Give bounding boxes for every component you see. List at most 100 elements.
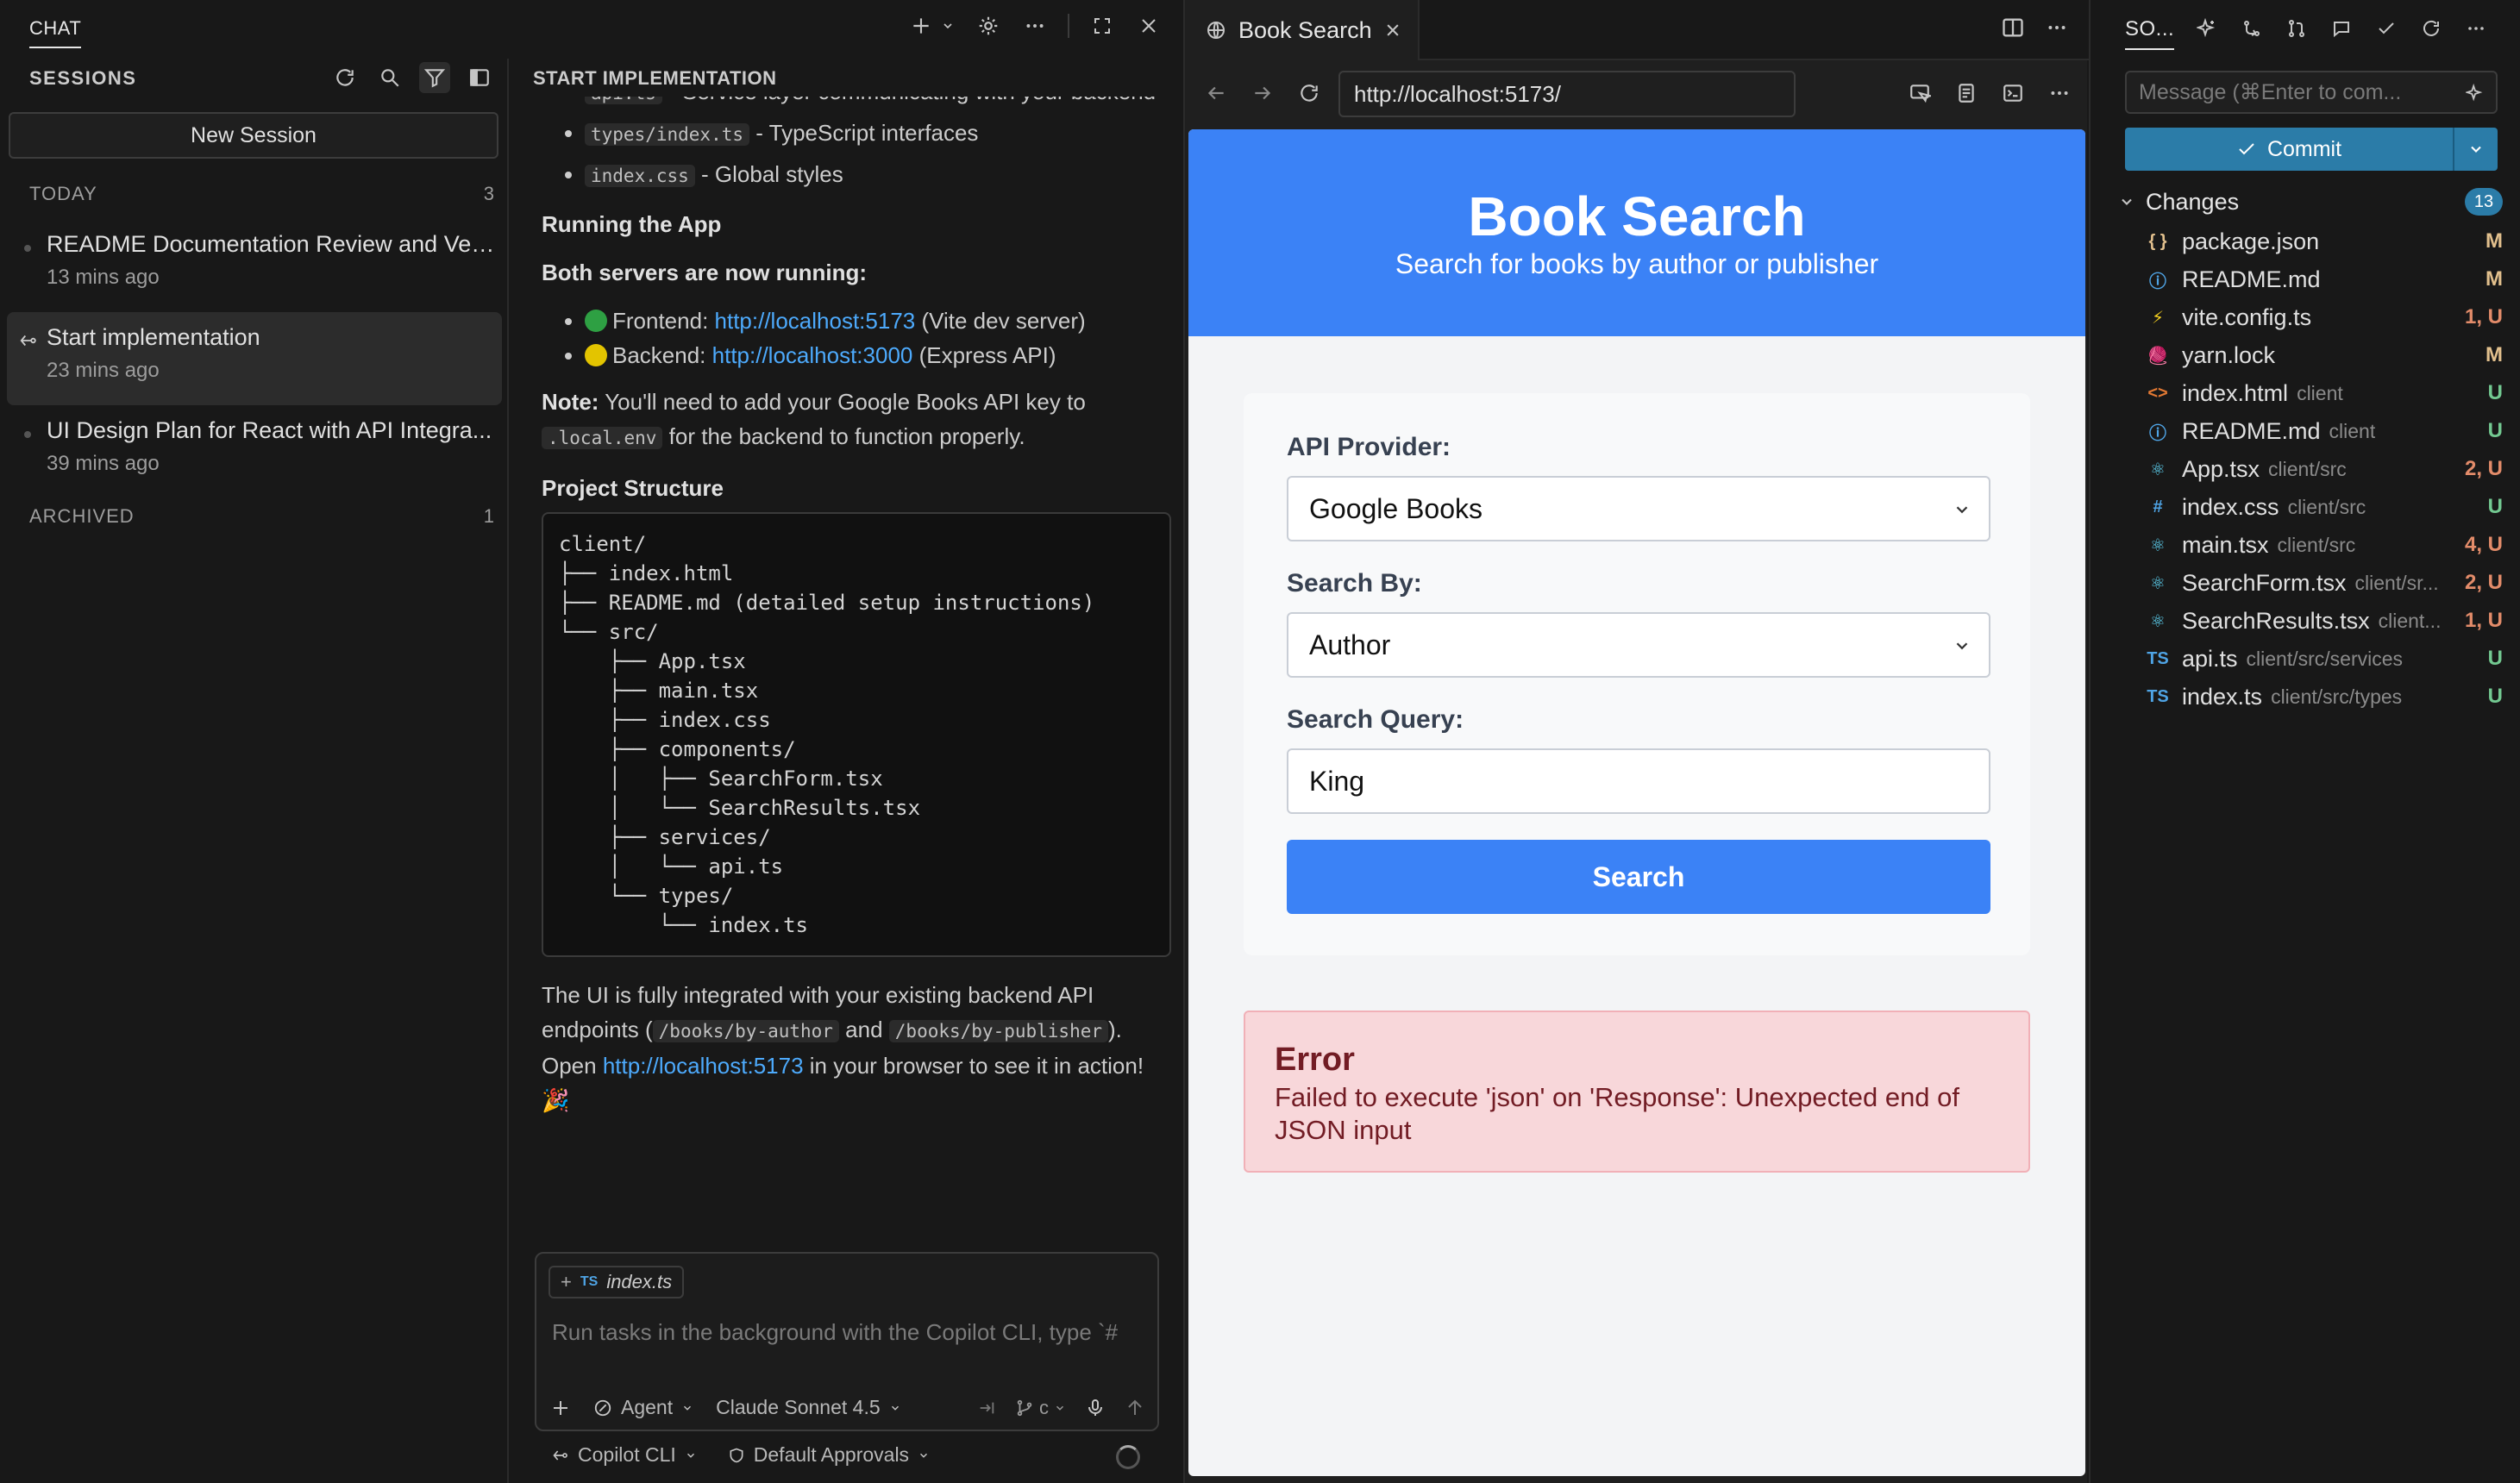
more-icon[interactable] [2046,16,2068,40]
close-icon[interactable] [1135,12,1163,40]
changed-file-item[interactable]: ⓘ README.md client U [2146,412,2503,450]
gear-icon[interactable] [975,12,1002,40]
changed-file-item[interactable]: ⚛ SearchResults.tsx client... 1, U [2146,602,2503,640]
commit-button[interactable]: Commit [2125,128,2454,171]
reload-icon[interactable] [1295,79,1323,107]
changed-file-item[interactable]: 🧶 yarn.lock M [2146,336,2503,374]
file-status-badge: U [2487,647,2503,670]
list-item: types/index.ts - TypeScript interfaces [585,116,1171,152]
server-label: Frontend: [612,308,715,334]
file-path: client [2329,419,2376,442]
new-chat-plus-icon[interactable] [907,12,935,40]
frontend-link[interactable]: http://localhost:5173 [715,308,916,334]
changed-file-item[interactable]: <> index.html client U [2146,374,2503,412]
checkmark-icon[interactable] [2373,16,2399,41]
api-provider-select[interactable]: Google Books [1287,476,1990,541]
changed-file-item[interactable]: ⚛ App.tsx client/src 2, U [2146,450,2503,488]
filter-icon[interactable] [419,62,450,93]
chevron-down-icon [1953,636,1971,655]
file-name: SearchForm.tsx [2182,569,2347,596]
refresh-icon[interactable] [329,62,360,93]
microphone-icon[interactable] [1085,1398,1106,1418]
changes-section-header[interactable]: Changes 13 [2118,185,2503,219]
sparkle-icon[interactable] [2194,16,2220,41]
sparkle-icon[interactable] [2465,83,2486,103]
context-chip[interactable]: + TS index.ts [549,1266,685,1298]
branch-picker[interactable]: c [1015,1397,1066,1419]
changed-file-item[interactable]: # index.css client/src U [2146,488,2503,526]
file-path: client/src/types [2271,685,2403,708]
search-button[interactable]: Search [1287,840,1990,914]
search-by-label: Search By: [1287,569,1422,598]
file-status-badge: 1, U [2464,305,2503,329]
comment-icon[interactable] [2329,16,2354,41]
browser-tab-title: Book Search [1238,16,1372,43]
session-item[interactable]: UI Design Plan for React with API Integr… [7,405,502,498]
file-name: SearchResults.tsx [2182,607,2370,634]
changed-file-item[interactable]: ⚡ vite.config.ts 1, U [2146,298,2503,336]
delegate-icon[interactable] [977,1399,996,1417]
session-item[interactable]: README Documentation Review and Ver... 1… [7,219,502,312]
approvals-picker[interactable]: Default Approvals [728,1443,930,1467]
changed-file-item[interactable]: TS api.ts client/src/services U [2146,640,2503,678]
maximize-icon[interactable] [1088,12,1116,40]
list-item: api.ts - Service layer communicating wit… [585,97,1171,110]
toggle-sidebar-icon[interactable] [464,62,495,93]
file-name: App.tsx [2182,455,2260,482]
copilot-cli-picker[interactable]: Copilot CLI [552,1443,697,1467]
file-status-badge: U [2487,495,2503,518]
search-by-select[interactable]: Author [1287,612,1990,678]
git-compare-icon[interactable] [2239,16,2265,41]
changed-file-item[interactable]: ⓘ README.md M [2146,260,2503,298]
group-today[interactable]: TODAY 3 [29,183,495,205]
refresh-icon[interactable] [2418,16,2444,41]
commit-dropdown-button[interactable] [2454,141,2498,158]
changed-file-item[interactable]: { } package.json M [2146,222,2503,260]
model-picker[interactable]: Claude Sonnet 4.5 [716,1396,901,1419]
split-editor-icon[interactable] [2001,16,2025,40]
backend-link[interactable]: http://localhost:3000 [712,342,913,368]
attach-plus-icon[interactable] [550,1398,571,1418]
terminal-icon[interactable] [1999,79,2027,107]
back-arrow-icon[interactable] [1202,79,1230,107]
scm-actions [2194,16,2489,41]
group-archived-label: ARCHIVED [29,505,135,527]
url-input[interactable]: http://localhost:5173/ [1338,71,1796,117]
more-icon[interactable] [2463,16,2489,41]
document-icon[interactable] [1953,79,1980,107]
changed-file-item[interactable]: TS index.ts client/src/types U [2146,678,2503,716]
browser-viewport: Book Search Search for books by author o… [1188,129,2085,1476]
file-list-partial: api.ts - Service layer communicating wit… [542,97,1171,193]
file-type-icon: 🧶 [2147,346,2169,366]
changed-file-item[interactable]: ⚛ main.tsx client/src 4, U [2146,526,2503,564]
close-tab-icon[interactable] [1384,22,1401,39]
app-link[interactable]: http://localhost:5173 [603,1053,804,1079]
file-type-icon: ⚛ [2150,535,2166,555]
more-icon[interactable] [2046,79,2073,107]
file-name: index.html [2182,379,2289,406]
more-icon[interactable] [1021,12,1049,40]
add-context-plus-icon[interactable]: + [561,1271,572,1293]
search-query-input[interactable]: King [1287,748,1990,814]
send-arrow-up-icon[interactable] [1125,1398,1145,1418]
inspect-element-icon[interactable] [1906,79,1934,107]
session-item-active[interactable]: Start implementation 23 mins ago [7,312,502,405]
search-form-card: API Provider: Google Books Search By: Au… [1244,393,2030,955]
changed-file-item[interactable]: ⚛ SearchForm.tsx client/sr... 2, U [2146,564,2503,602]
commit-message-input[interactable]: Message (⌘Enter to com... [2125,71,2498,114]
tab-source-control[interactable]: SO... [2125,17,2175,50]
tab-chat[interactable]: CHAT [29,17,82,48]
browser-tab[interactable]: Book Search [1185,0,1420,60]
file-path: client/src [2287,495,2366,518]
search-icon[interactable] [374,62,405,93]
chat-input[interactable]: Run tasks in the background with the Cop… [552,1319,1147,1346]
mode-picker[interactable]: Agent [593,1396,693,1419]
note-text: You'll need to add your Google Books API… [599,389,1086,415]
group-archived[interactable]: ARCHIVED 1 [29,505,495,528]
file-type-icon: ⚛ [2150,460,2166,479]
forward-arrow-icon[interactable] [1249,79,1276,107]
chevron-down-icon[interactable] [940,12,956,40]
new-session-button[interactable]: New Session [9,112,498,159]
file-path: client... [2378,609,2442,632]
git-pull-request-icon[interactable] [2284,16,2310,41]
